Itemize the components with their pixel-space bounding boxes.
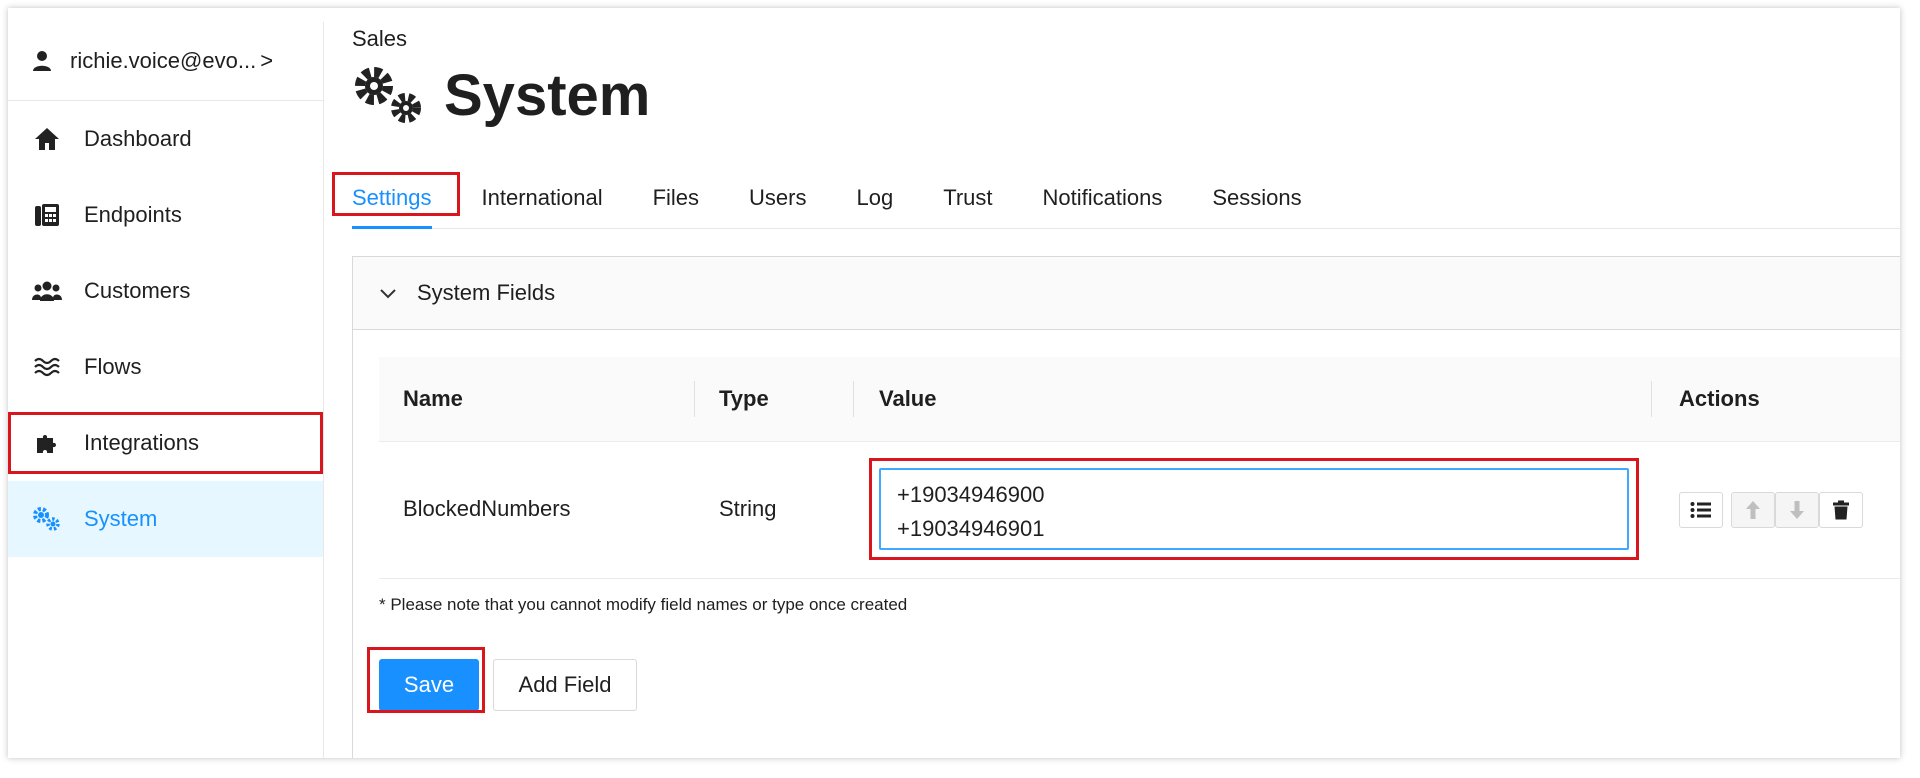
breadcrumb[interactable]: Sales (352, 26, 407, 52)
table-header: Name Type Value Actions (379, 357, 1900, 442)
field-note: * Please note that you cannot modify fie… (379, 595, 908, 614)
sidebar-item-label: Dashboard (84, 126, 192, 151)
tab-files[interactable]: Files (653, 178, 699, 228)
chevron-right-icon: > (260, 48, 274, 73)
tab-sessions[interactable]: Sessions (1212, 178, 1301, 228)
page-title-text: System (444, 63, 651, 128)
arrow-up-icon (1746, 501, 1760, 519)
users-icon (32, 278, 62, 304)
delete-button[interactable] (1819, 492, 1863, 528)
user-email: richie.voice@evo... (70, 48, 257, 73)
tab-settings[interactable]: Settings (352, 178, 432, 229)
column-header-name: Name (403, 386, 463, 411)
sidebar-item-integrations[interactable]: Integrations (8, 405, 323, 481)
add-field-button[interactable]: Add Field (493, 659, 637, 711)
move-down-button[interactable] (1775, 492, 1819, 528)
field-name: BlockedNumbers (403, 496, 571, 521)
column-header-value: Value (879, 386, 937, 411)
tab-log[interactable]: Log (857, 178, 894, 228)
puzzle-icon (32, 430, 62, 456)
column-divider (694, 381, 695, 417)
column-header-type: Type (719, 386, 769, 411)
tab-bar: Settings International Files Users Log T… (352, 178, 1900, 229)
row-actions (1679, 492, 1863, 528)
arrow-down-icon (1790, 501, 1804, 519)
sidebar-item-label: System (84, 506, 158, 531)
app-window: richie.voice@evo... > Dashboard Endpoint… (8, 8, 1900, 758)
list-button[interactable] (1679, 492, 1723, 528)
panel-title: System Fields (417, 280, 556, 305)
sidebar-item-label: Endpoints (84, 202, 182, 227)
tab-trust[interactable]: Trust (943, 178, 992, 228)
main-content: Sales System Settings International File… (332, 8, 1900, 758)
panel-header[interactable]: System Fields (353, 257, 1900, 330)
sidebar-item-flows[interactable]: Flows (8, 329, 323, 405)
column-divider (853, 381, 854, 417)
page-title: System (352, 62, 650, 129)
trash-icon (1833, 500, 1849, 520)
sidebar-item-customers[interactable]: Customers (8, 253, 323, 329)
user-menu[interactable]: richie.voice@evo... > (8, 22, 323, 101)
field-value-textarea[interactable]: +19034946900 +19034946901 (879, 468, 1629, 550)
sidebar-item-label: Customers (84, 278, 191, 303)
gears-icon (32, 506, 62, 532)
home-icon (32, 126, 62, 152)
sidebar-item-label: Integrations (84, 430, 199, 455)
save-button[interactable]: Save (379, 659, 479, 711)
sidebar: richie.voice@evo... > Dashboard Endpoint… (8, 22, 324, 758)
system-fields-panel: System Fields Name Type Value Actions Bl… (352, 256, 1900, 758)
gears-icon (355, 66, 421, 123)
waves-icon (32, 354, 62, 380)
tab-international[interactable]: International (482, 178, 603, 228)
sidebar-item-endpoints[interactable]: Endpoints (8, 177, 323, 253)
column-divider (1651, 381, 1652, 417)
table-row: BlockedNumbers String +19034946900 +1903… (379, 442, 1900, 579)
fields-table: Name Type Value Actions BlockedNumbers S… (379, 357, 1900, 579)
field-type: String (719, 496, 777, 521)
tab-users[interactable]: Users (749, 178, 806, 228)
list-icon (1690, 502, 1711, 518)
phone-icon (32, 202, 62, 228)
sidebar-item-dashboard[interactable]: Dashboard (8, 101, 323, 177)
user-icon (33, 51, 51, 71)
move-up-button[interactable] (1731, 492, 1775, 528)
tab-notifications[interactable]: Notifications (1043, 178, 1163, 228)
sidebar-item-label: Flows (84, 354, 142, 379)
column-header-actions: Actions (1679, 386, 1760, 411)
sidebar-item-system[interactable]: System (8, 481, 323, 557)
chevron-down-icon (380, 289, 396, 299)
